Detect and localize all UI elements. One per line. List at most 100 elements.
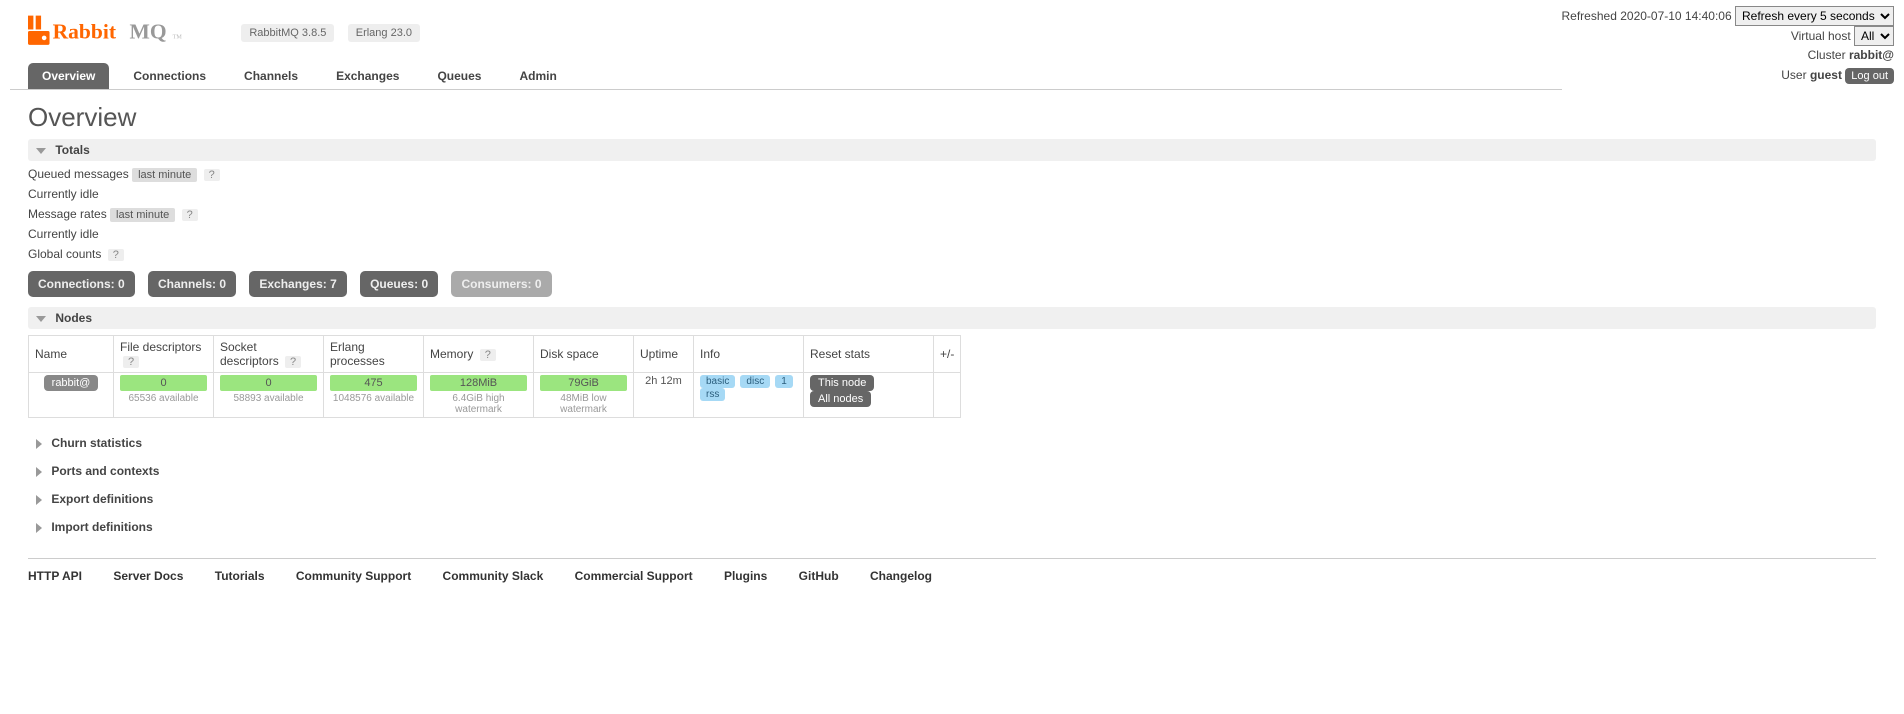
fd-available: 65536 available: [120, 393, 207, 404]
fd-value: 0: [120, 375, 207, 391]
footer-http-api[interactable]: HTTP API: [28, 569, 82, 583]
message-rates-label: Message rates: [28, 207, 107, 221]
col-reset: Reset stats: [804, 336, 934, 373]
cluster-value: rabbit@: [1849, 48, 1894, 62]
count-connections[interactable]: Connections: 0: [28, 271, 135, 297]
rates-idle: Currently idle: [28, 227, 1876, 241]
node-name-badge[interactable]: rabbit@: [44, 375, 99, 391]
nodes-table: Name File descriptors ? Socket descripto…: [28, 335, 961, 418]
section-export-label: Export definitions: [51, 492, 153, 506]
section-ports-label: Ports and contexts: [51, 464, 159, 478]
section-nodes-header[interactable]: Nodes: [28, 307, 1876, 329]
disk-value: 79GiB: [540, 375, 627, 391]
info-basic-badge: basic: [700, 375, 735, 388]
mem-watermark: 6.4GiB high watermark: [430, 393, 527, 415]
tab-channels[interactable]: Channels: [230, 63, 312, 89]
section-totals-header[interactable]: Totals: [28, 139, 1876, 161]
user-value: guest: [1810, 68, 1842, 82]
footer-commercial-support[interactable]: Commercial Support: [575, 569, 693, 583]
svg-text:TM: TM: [173, 35, 183, 41]
tab-queues[interactable]: Queues: [423, 63, 495, 89]
col-mem: Memory ?: [424, 336, 534, 373]
section-nodes-label: Nodes: [55, 311, 92, 325]
info-one-badge: 1: [775, 375, 793, 388]
col-fd: File descriptors ?: [114, 336, 214, 373]
chevron-right-icon: [36, 523, 42, 533]
help-queued-icon[interactable]: ?: [204, 169, 220, 181]
section-totals-label: Totals: [55, 143, 89, 157]
section-ports-header[interactable]: Ports and contexts: [28, 460, 1876, 482]
sd-available: 58893 available: [220, 393, 317, 404]
col-info: Info: [694, 336, 804, 373]
section-import-header[interactable]: Import definitions: [28, 516, 1876, 538]
help-sd-icon[interactable]: ?: [285, 356, 301, 368]
footer-server-docs[interactable]: Server Docs: [113, 569, 183, 583]
logout-button[interactable]: Log out: [1845, 68, 1894, 84]
svg-text:MQ: MQ: [130, 20, 167, 44]
table-row: rabbit@ 0 65536 available 0 58893 availabl…: [29, 373, 961, 418]
table-header-row: Name File descriptors ? Socket descripto…: [29, 336, 961, 373]
chevron-right-icon: [36, 467, 42, 477]
count-exchanges[interactable]: Exchanges: 7: [249, 271, 346, 297]
disk-watermark: 48MiB low watermark: [540, 393, 627, 415]
queued-idle: Currently idle: [28, 187, 1876, 201]
tab-exchanges[interactable]: Exchanges: [322, 63, 413, 89]
chevron-down-icon: [36, 316, 46, 322]
chevron-right-icon: [36, 495, 42, 505]
sd-value: 0: [220, 375, 317, 391]
footer-community-support[interactable]: Community Support: [296, 569, 411, 583]
vhost-label: Virtual host: [1791, 29, 1851, 43]
count-consumers[interactable]: Consumers: 0: [451, 271, 551, 297]
page-title: Overview: [28, 102, 1894, 133]
col-name: Name: [29, 336, 114, 373]
info-rss-badge: rss: [700, 388, 725, 401]
col-disk: Disk space: [534, 336, 634, 373]
reset-all-nodes-button[interactable]: All nodes: [810, 391, 871, 407]
count-channels[interactable]: Channels: 0: [148, 271, 236, 297]
footer-tutorials[interactable]: Tutorials: [215, 569, 265, 583]
col-ep: Erlang processes: [324, 336, 424, 373]
refreshed-label: Refreshed: [1562, 9, 1617, 23]
cluster-label: Cluster: [1808, 48, 1846, 62]
count-queues[interactable]: Queues: 0: [360, 271, 438, 297]
footer-links: HTTP API Server Docs Tutorials Community…: [28, 558, 1876, 593]
tab-overview[interactable]: Overview: [28, 63, 109, 89]
chevron-down-icon: [36, 148, 46, 154]
info-disc-badge: disc: [740, 375, 770, 388]
user-label: User: [1781, 68, 1806, 82]
chevron-right-icon: [36, 439, 42, 449]
help-fd-icon[interactable]: ?: [123, 356, 139, 368]
refresh-interval-select[interactable]: Refresh every 5 seconds: [1735, 6, 1894, 26]
ep-value: 475: [330, 375, 417, 391]
svg-text:Rabbit: Rabbit: [53, 20, 117, 44]
help-rates-icon[interactable]: ?: [182, 209, 198, 221]
range-pill-queued[interactable]: last minute: [132, 168, 197, 182]
rabbitmq-logo: Rabbit MQ TM: [28, 14, 228, 51]
col-toggle[interactable]: +/-: [934, 336, 961, 373]
help-mem-icon[interactable]: ?: [480, 349, 496, 361]
global-counts-label: Global counts: [28, 247, 101, 261]
uptime-value: 2h 12m: [634, 373, 694, 418]
footer-changelog[interactable]: Changelog: [870, 569, 932, 583]
refreshed-time: 2020-07-10 14:40:06: [1620, 9, 1731, 23]
queued-messages-label: Queued messages: [28, 167, 129, 181]
col-uptime: Uptime: [634, 336, 694, 373]
vhost-select[interactable]: All: [1854, 26, 1894, 46]
section-churn-header[interactable]: Churn statistics: [28, 432, 1876, 454]
range-pill-rates[interactable]: last minute: [110, 208, 175, 222]
ep-available: 1048576 available: [330, 393, 417, 404]
tab-admin[interactable]: Admin: [505, 63, 570, 89]
mem-value: 128MiB: [430, 375, 527, 391]
footer-plugins[interactable]: Plugins: [724, 569, 767, 583]
rabbitmq-version-badge: RabbitMQ 3.8.5: [241, 24, 334, 42]
section-import-label: Import definitions: [51, 520, 152, 534]
section-churn-label: Churn statistics: [51, 436, 142, 450]
footer-github[interactable]: GitHub: [799, 569, 839, 583]
help-globals-icon[interactable]: ?: [108, 249, 124, 261]
erlang-version-badge: Erlang 23.0: [348, 24, 420, 42]
footer-community-slack[interactable]: Community Slack: [443, 569, 544, 583]
col-sd: Socket descriptors ?: [214, 336, 324, 373]
reset-this-node-button[interactable]: This node: [810, 375, 874, 391]
tab-connections[interactable]: Connections: [119, 63, 220, 89]
section-export-header[interactable]: Export definitions: [28, 488, 1876, 510]
